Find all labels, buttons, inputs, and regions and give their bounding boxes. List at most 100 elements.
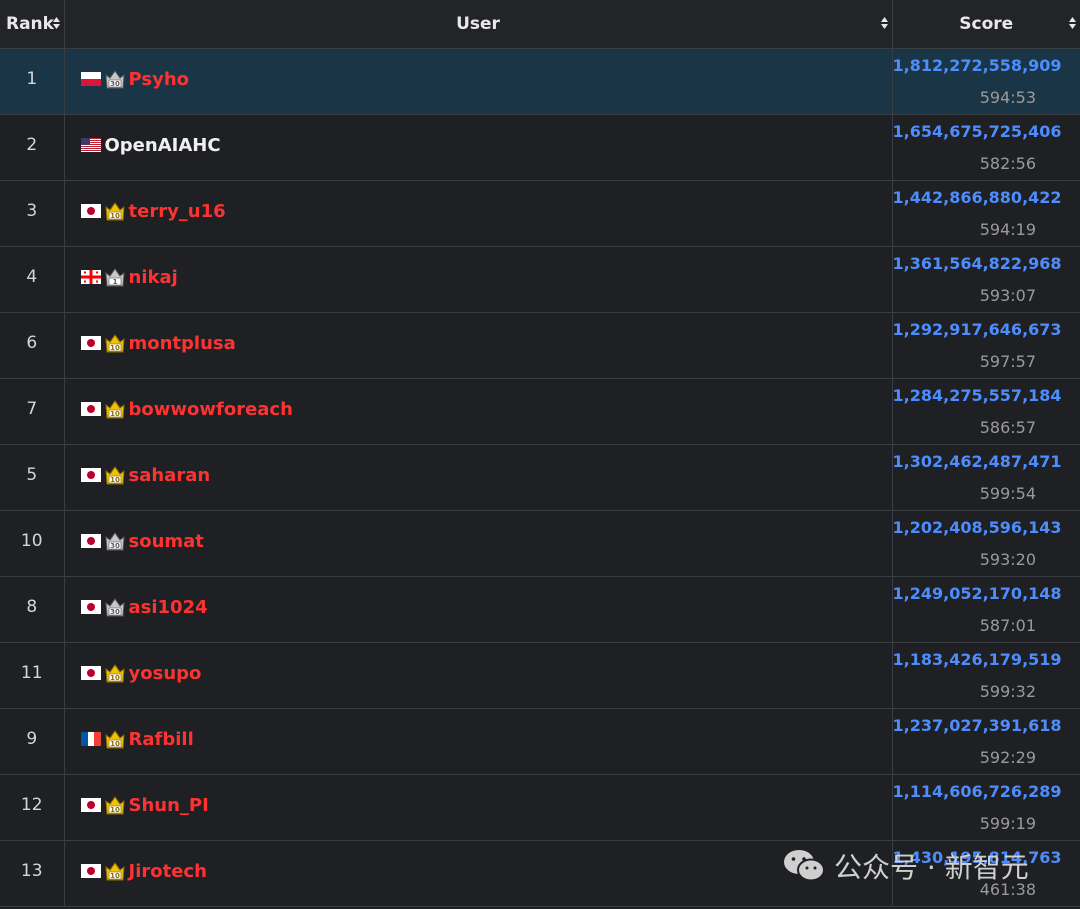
jp-flag-icon bbox=[80, 864, 101, 878]
rank-cell: 9 bbox=[0, 708, 65, 775]
score-cell: 1,237,027,391,618 592:29 bbox=[892, 708, 1080, 775]
svg-text:30: 30 bbox=[110, 542, 120, 550]
score-points[interactable]: 1,202,408,596,143 bbox=[893, 516, 1062, 538]
user-cell: 10 yosupo bbox=[64, 642, 893, 709]
username-link[interactable]: saharan bbox=[129, 465, 211, 486]
rating-crown-icon: 10 bbox=[104, 465, 125, 485]
score-cell: 1,812,272,558,909 594:53 bbox=[892, 48, 1080, 115]
score-points[interactable]: 1,812,272,558,909 bbox=[893, 54, 1062, 76]
rating-crown-icon: 10 bbox=[104, 201, 125, 221]
submission-time: 593:20 bbox=[979, 550, 1036, 569]
user-header-label: User bbox=[456, 13, 500, 34]
jp-flag-icon bbox=[80, 204, 101, 218]
table-row: 3 10 terry_u16 1,442,866,880,422 594:19 bbox=[0, 180, 1080, 247]
rank-column-header[interactable]: Rank bbox=[0, 0, 65, 49]
table-row: 7 10 bowwowforeach 1,284,275,557,184 586:57 bbox=[0, 378, 1080, 445]
user-column-header[interactable]: User bbox=[64, 0, 893, 49]
sort-icon bbox=[1069, 17, 1076, 29]
username-link[interactable]: nikaj bbox=[129, 267, 178, 288]
rating-crown-icon: 1 bbox=[104, 267, 125, 287]
table-row: 1 30 Psyho 1,812,272,558,909 594:53 bbox=[0, 48, 1080, 115]
table-row: 8 30 asi1024 1,249,052,170,148 587:01 bbox=[0, 576, 1080, 643]
submission-time: 594:53 bbox=[979, 88, 1036, 107]
submission-time: 593:07 bbox=[979, 286, 1036, 305]
submission-time: 599:32 bbox=[979, 682, 1036, 701]
username-link[interactable]: Psyho bbox=[129, 69, 190, 90]
jp-flag-icon bbox=[80, 468, 101, 482]
submission-time: 599:19 bbox=[979, 814, 1036, 833]
submission-time: 582:56 bbox=[979, 154, 1036, 173]
rank-cell: 3 bbox=[0, 180, 65, 247]
score-points[interactable]: 1,654,675,725,406 bbox=[893, 120, 1062, 142]
wechat-icon bbox=[784, 850, 825, 882]
score-cell: 1,114,606,726,289 599:19 bbox=[892, 774, 1080, 841]
table-row: 4 1 nikaj 1,361,564,822,968 593:07 bbox=[0, 246, 1080, 313]
svg-text:10: 10 bbox=[110, 806, 120, 814]
jp-flag-icon bbox=[80, 336, 101, 350]
rank-cell: 13 bbox=[0, 840, 65, 907]
svg-text:1: 1 bbox=[112, 278, 117, 286]
score-column-header[interactable]: Score bbox=[892, 0, 1080, 49]
submission-time: 594:19 bbox=[979, 220, 1036, 239]
svg-text:10: 10 bbox=[110, 476, 120, 484]
username-link[interactable]: asi1024 bbox=[129, 597, 208, 618]
submission-time: 599:54 bbox=[979, 484, 1036, 503]
username-link[interactable]: yosupo bbox=[129, 663, 202, 684]
score-points[interactable]: 1,361,564,822,968 bbox=[893, 252, 1062, 274]
fr-flag-icon bbox=[80, 732, 101, 746]
rank-cell: 10 bbox=[0, 510, 65, 577]
username-link[interactable]: Rafbill bbox=[129, 729, 194, 750]
table-row: 2 OpenAIAHC 1,654,675,725,406 582:56 bbox=[0, 114, 1080, 181]
username-link[interactable]: Jirotech bbox=[129, 861, 207, 882]
score-cell: 1,361,564,822,968 593:07 bbox=[892, 246, 1080, 313]
user-cell: 10 bowwowforeach bbox=[64, 378, 893, 445]
username-link[interactable]: soumat bbox=[129, 531, 204, 552]
rank-cell: 4 bbox=[0, 246, 65, 313]
score-points[interactable]: 1,442,866,880,422 bbox=[893, 186, 1062, 208]
user-cell: 10 saharan bbox=[64, 444, 893, 511]
username-link[interactable]: Shun_PI bbox=[129, 795, 209, 816]
standings-table: Rank User Score 1 30 Psyho 1,812,272,558,90… bbox=[0, 0, 1080, 907]
score-cell: 1,654,675,725,406 582:56 bbox=[892, 114, 1080, 181]
pl-flag-icon bbox=[80, 72, 101, 86]
user-cell: 10 terry_u16 bbox=[64, 180, 893, 247]
score-points[interactable]: 1,292,917,646,673 bbox=[893, 318, 1062, 340]
rank-cell: 7 bbox=[0, 378, 65, 445]
rank-cell: 2 bbox=[0, 114, 65, 181]
score-cell: 1,292,917,646,673 597:57 bbox=[892, 312, 1080, 379]
score-cell: 1,442,866,880,422 594:19 bbox=[892, 180, 1080, 247]
rank-cell: 11 bbox=[0, 642, 65, 709]
svg-text:10: 10 bbox=[110, 872, 120, 880]
user-cell: 30 asi1024 bbox=[64, 576, 893, 643]
score-points[interactable]: 1,114,606,726,289 bbox=[893, 780, 1062, 802]
jp-flag-icon bbox=[80, 798, 101, 812]
score-points[interactable]: 1,249,052,170,148 bbox=[893, 582, 1062, 604]
user-cell: 30 soumat bbox=[64, 510, 893, 577]
score-cell: 1,183,426,179,519 599:32 bbox=[892, 642, 1080, 709]
score-points[interactable]: 1,237,027,391,618 bbox=[893, 714, 1062, 736]
submission-time: 587:01 bbox=[979, 616, 1036, 635]
svg-text:10: 10 bbox=[110, 674, 120, 682]
score-cell: 1,302,462,487,471 599:54 bbox=[892, 444, 1080, 511]
username-link[interactable]: bowwowforeach bbox=[129, 399, 293, 420]
svg-text:10: 10 bbox=[110, 212, 120, 220]
score-points[interactable]: 1,284,275,557,184 bbox=[893, 384, 1062, 406]
table-row: 12 10 Shun_PI 1,114,606,726,289 599:19 bbox=[0, 774, 1080, 841]
username-link[interactable]: OpenAIAHC bbox=[105, 135, 221, 156]
rating-crown-icon: 10 bbox=[104, 663, 125, 683]
score-points[interactable]: 1,302,462,487,471 bbox=[893, 450, 1062, 472]
username-link[interactable]: terry_u16 bbox=[129, 201, 226, 222]
rank-cell: 8 bbox=[0, 576, 65, 643]
user-cell: 10 montplusa bbox=[64, 312, 893, 379]
svg-text:10: 10 bbox=[110, 740, 120, 748]
jp-flag-icon bbox=[80, 666, 101, 680]
us-flag-icon bbox=[80, 138, 101, 152]
jp-flag-icon bbox=[80, 600, 101, 614]
username-link[interactable]: montplusa bbox=[129, 333, 236, 354]
rating-crown-icon: 10 bbox=[104, 861, 125, 881]
score-points[interactable]: 1,183,426,179,519 bbox=[893, 648, 1062, 670]
table-header-row: Rank User Score bbox=[0, 0, 1080, 49]
rank-cell: 5 bbox=[0, 444, 65, 511]
rating-crown-icon: 10 bbox=[104, 795, 125, 815]
score-header-label: Score bbox=[959, 13, 1014, 34]
